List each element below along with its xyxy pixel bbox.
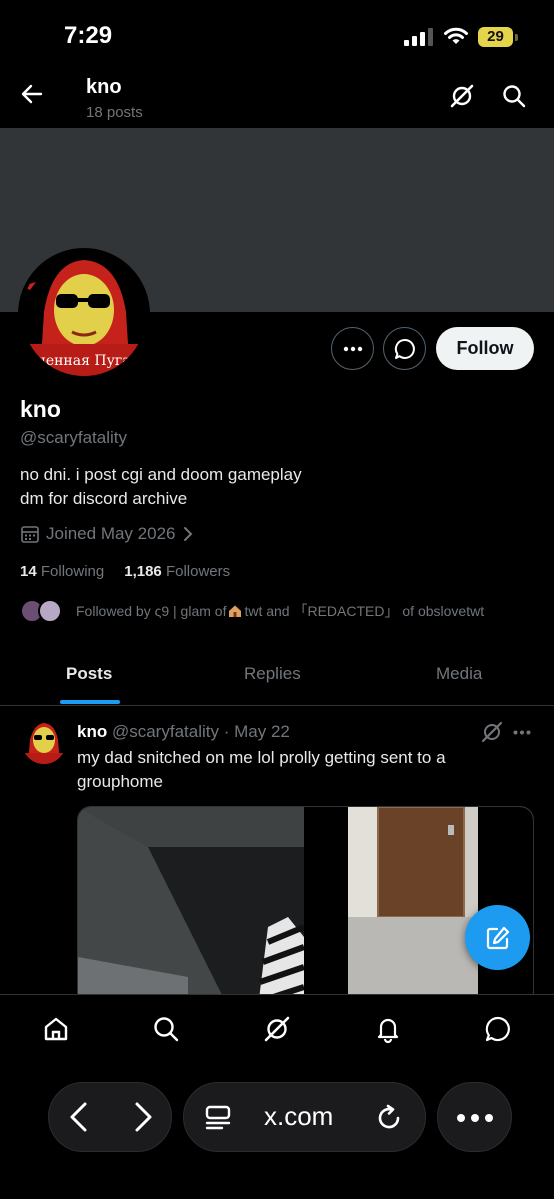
bio-line: no dni. i post cgi and doom gameplay xyxy=(20,465,302,484)
profile-header: kno 18 posts xyxy=(0,62,554,128)
post-header: kno @scaryfatality · May 22 xyxy=(77,722,290,742)
joined-date[interactable]: Joined May 2026 xyxy=(20,523,201,545)
followers-label: Followers xyxy=(165,563,231,580)
bottom-navigation xyxy=(0,994,554,1064)
nav-grok[interactable] xyxy=(261,1013,293,1045)
header-title: kno xyxy=(86,76,122,98)
following-count: 14 xyxy=(20,563,37,580)
more-dots-icon xyxy=(513,730,531,734)
post-author-name[interactable]: kno xyxy=(77,722,107,741)
avatar-caption: ененная Пугач xyxy=(28,353,140,369)
browser-more-button[interactable] xyxy=(437,1082,512,1152)
profile-handle: @scaryfatality xyxy=(20,428,128,447)
post-text: my dad snitched on me lol prolly getting… xyxy=(77,748,446,791)
messages-icon xyxy=(485,1016,510,1042)
active-tab-indicator xyxy=(60,700,120,704)
search-button[interactable] xyxy=(498,80,530,112)
tab-posts[interactable]: Posts xyxy=(66,664,112,684)
forward-icon xyxy=(135,1102,152,1132)
wifi-icon xyxy=(444,27,468,44)
cellular-signal-icon xyxy=(404,28,433,46)
avatar xyxy=(38,599,62,623)
bio-line: dm for discord archive xyxy=(20,489,188,508)
message-button[interactable] xyxy=(383,327,426,370)
post-date[interactable]: May 22 xyxy=(234,722,290,741)
profile-more-button[interactable] xyxy=(331,327,374,370)
nav-search[interactable] xyxy=(150,1013,182,1045)
joined-text: Joined May 2026 xyxy=(46,524,176,543)
following-label: Following xyxy=(40,563,105,580)
post-media[interactable] xyxy=(77,806,534,1006)
post-more-button[interactable] xyxy=(510,720,534,744)
more-icon xyxy=(457,1114,493,1122)
browser-address-bar[interactable]: x.com xyxy=(183,1082,426,1152)
nav-messages[interactable] xyxy=(482,1013,514,1045)
nav-notifications[interactable] xyxy=(372,1013,404,1045)
post-grok-button[interactable] xyxy=(480,720,504,744)
follow-button[interactable]: Follow xyxy=(436,327,534,370)
avatar-image xyxy=(22,720,66,764)
back-icon xyxy=(70,1102,87,1132)
followed-by[interactable]: Followed by ς9 | glam of twt and 「REDACT… xyxy=(20,597,484,625)
followed-by-suffix: twt and 「REDACTED」 of obslovetwt xyxy=(244,603,485,619)
followers-link[interactable]: 1,186 Followers xyxy=(124,563,230,580)
post-author-handle[interactable]: @scaryfatality xyxy=(112,722,219,741)
house-emoji-icon xyxy=(229,605,242,617)
calendar-icon xyxy=(21,526,39,543)
home-icon xyxy=(44,1017,68,1041)
profile-tabs: Posts Replies Media xyxy=(0,644,554,706)
status-time: 7:29 xyxy=(64,22,113,49)
follower-avatars xyxy=(20,597,66,625)
status-bar: 7:29 29 xyxy=(0,0,554,62)
avatar-image: ененная Пугач xyxy=(22,252,146,376)
battery-indicator: 29 xyxy=(478,27,518,47)
tab-replies[interactable]: Replies xyxy=(244,664,301,684)
nav-home[interactable] xyxy=(40,1013,72,1045)
bell-icon xyxy=(377,1018,399,1043)
browser-back-button[interactable] xyxy=(63,1100,97,1134)
grok-button[interactable] xyxy=(446,80,478,112)
reload-icon xyxy=(378,1104,400,1129)
compose-post-button[interactable] xyxy=(465,905,530,970)
browser-url: x.com xyxy=(264,1101,334,1131)
follow-counts: 14 Following 1,186 Followers xyxy=(20,563,230,580)
post-separator: · xyxy=(223,722,230,741)
back-arrow-icon xyxy=(21,84,43,104)
followed-by-prefix: Followed by ς9 | glam of xyxy=(76,603,227,619)
post-media-images xyxy=(78,807,533,1005)
grok-icon xyxy=(264,1016,290,1042)
browser-forward-button[interactable] xyxy=(125,1100,159,1134)
grok-icon xyxy=(481,721,503,743)
browser-toolbar: x.com xyxy=(0,1064,554,1199)
battery-level: 29 xyxy=(487,28,504,45)
post-avatar[interactable] xyxy=(22,720,66,764)
search-icon xyxy=(503,85,526,108)
message-bubble-icon xyxy=(394,338,415,359)
browser-nav-pill xyxy=(48,1082,172,1152)
following-link[interactable]: 14 Following xyxy=(20,563,104,580)
header-post-count: 18 posts xyxy=(86,104,143,121)
profile-display-name: kno xyxy=(20,396,61,422)
compose-icon xyxy=(486,926,509,949)
back-button[interactable] xyxy=(16,78,48,110)
tab-media[interactable]: Media xyxy=(436,664,482,684)
chevron-right-icon xyxy=(184,527,193,541)
tabs-icon xyxy=(205,1105,231,1130)
followers-count: 1,186 xyxy=(124,563,162,580)
grok-icon xyxy=(450,84,474,108)
profile-avatar[interactable]: ененная Пугач xyxy=(18,248,150,380)
search-icon xyxy=(154,1017,179,1042)
more-dots-icon xyxy=(343,346,362,351)
profile-bio: no dni. i post cgi and doom gameplay dm … xyxy=(20,463,302,511)
